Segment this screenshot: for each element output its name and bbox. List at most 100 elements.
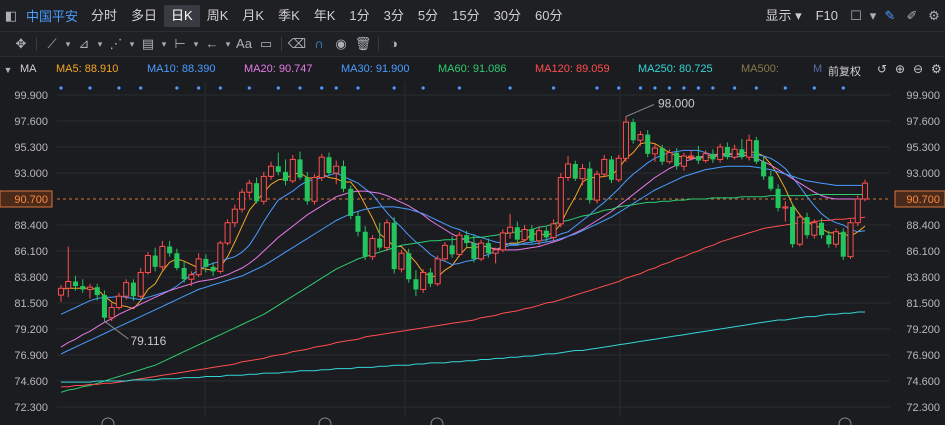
chevron-down-icon[interactable]: ▼ (0, 60, 16, 80)
period-tab[interactable]: 3分 (377, 5, 411, 27)
event-dot (638, 86, 643, 90)
zoom-in-icon[interactable]: ⊕ (895, 62, 905, 76)
zoom-out-icon[interactable]: ⊖ (913, 62, 923, 76)
candle-body (456, 234, 463, 255)
y-tick-label-left: 99.900 (14, 90, 48, 102)
y-axis-left: 99.900 97.600 95.300 93.000 90.700 88.400 86.1… (0, 90, 53, 414)
y-tick-label-left: 72.300 (14, 402, 48, 414)
comment-icon[interactable]: ▭ (255, 34, 277, 54)
period-tab[interactable]: 月K (235, 5, 271, 27)
candle-body (239, 191, 246, 210)
candle-body (521, 229, 528, 241)
settings-icon[interactable]: ⚙ (931, 62, 942, 76)
period-tab[interactable]: 15分 (445, 5, 486, 27)
candle-body (753, 140, 759, 162)
trash-icon[interactable]: 🗑 (352, 34, 374, 54)
candle-body (587, 168, 593, 201)
chevron-down-icon[interactable]: ▾ (127, 34, 137, 54)
period-tab[interactable]: 5分 (411, 5, 445, 27)
candle-body (318, 156, 325, 179)
period-tab[interactable]: 季K (271, 5, 307, 27)
y-tick-label-right: 74.600 (906, 376, 940, 388)
event-dot (197, 86, 201, 90)
candlestick-chart[interactable]: 99.900 97.600 95.300 93.000 90.700 88.400 86.1… (0, 82, 945, 425)
candle-body (666, 152, 673, 163)
ray-tool-icon[interactable]: ⊿ (73, 34, 95, 54)
candle-body (217, 242, 224, 272)
ma-label[interactable]: MA (20, 63, 37, 75)
y-tick-label-right: 93.000 (906, 168, 940, 180)
period-tab[interactable]: 30分 (487, 5, 528, 27)
stock-name[interactable]: 中国平安 (22, 6, 84, 25)
period-tab[interactable]: 日K (164, 4, 200, 27)
event-marker-icon (430, 417, 444, 425)
eraser-icon[interactable]: ⌫ (286, 34, 308, 54)
period-tab[interactable]: 年K (307, 5, 343, 27)
line-tool-icon[interactable]: ⟋ (41, 34, 63, 54)
arrow-left-icon[interactable]: ← (201, 34, 223, 54)
measure-tool-icon[interactable]: ⊢ (169, 34, 191, 54)
candle-body (181, 267, 187, 280)
candle-body (847, 222, 854, 258)
candle-body (499, 232, 506, 251)
sidebar-toggle-icon[interactable]: ◧ (0, 6, 22, 26)
chevron-down-icon[interactable]: ▾ (191, 34, 201, 54)
draw-pen-icon[interactable]: ✎ (879, 6, 901, 26)
candle-body (224, 222, 231, 244)
chevron-down-icon[interactable]: ▾ (95, 34, 105, 54)
refresh-icon[interactable]: ↺ (877, 62, 887, 76)
candle-body (746, 139, 753, 158)
ma-value: MA500: (741, 63, 779, 75)
candle-body (485, 243, 491, 254)
toggle-icon[interactable]: ◑ (383, 34, 405, 54)
candle-body (152, 255, 158, 267)
candle-body (739, 149, 745, 158)
candle-body (369, 238, 376, 258)
text-tool-icon[interactable]: Aa (233, 34, 255, 54)
candle-body (391, 222, 397, 270)
candle-body (174, 253, 180, 268)
display-menu-button[interactable]: 显示 ▾ (758, 5, 808, 27)
ma-scroll-right-icon[interactable]: M (813, 63, 822, 75)
candle-body (651, 147, 658, 155)
period-tab[interactable]: 1分 (342, 5, 376, 27)
period-tab[interactable]: 周K (200, 5, 236, 27)
wave-tool-icon[interactable]: ⋰ (105, 34, 127, 54)
event-dot (617, 86, 621, 90)
y-tick-label-right: 76.900 (906, 350, 940, 362)
event-dot (320, 86, 324, 90)
candle-body (413, 279, 419, 290)
eye-icon[interactable]: ◉ (330, 34, 352, 54)
f10-button[interactable]: F10 (809, 5, 845, 27)
candle-body (260, 175, 267, 202)
chevron-down-icon[interactable]: ▾ (63, 34, 73, 54)
candle-body (471, 243, 477, 259)
adjust-label[interactable]: 前复权 (828, 63, 861, 79)
period-tab[interactable]: 分时 (84, 5, 124, 27)
candle-body (188, 274, 195, 280)
fibonacci-tool-icon[interactable]: ▤ (137, 34, 159, 54)
candle-body (840, 231, 846, 257)
edit-icon[interactable]: ✐ (901, 6, 923, 26)
candle-body (507, 226, 514, 234)
candle-body (355, 215, 361, 232)
chevron-down-icon[interactable]: ▾ (159, 34, 169, 54)
magnet-icon[interactable]: ∩ (308, 34, 330, 54)
event-dot (667, 86, 672, 90)
candle-body (348, 188, 354, 216)
period-tab[interactable]: 60分 (528, 5, 569, 27)
ma-value: MA120: 89.059 (535, 63, 610, 75)
gear-icon[interactable]: ⚙ (923, 6, 945, 26)
candle-body (593, 173, 601, 201)
candle-body (464, 235, 470, 244)
chevron-down-icon[interactable]: ▾ (867, 6, 879, 26)
move-icon[interactable]: ✥ (10, 34, 32, 54)
square-icon[interactable]: ☐ (845, 6, 867, 26)
event-dot (392, 86, 396, 90)
event-dot (117, 86, 121, 90)
chevron-down-icon[interactable]: ▾ (223, 34, 233, 54)
event-dot (457, 86, 461, 90)
period-tab[interactable]: 多日 (124, 5, 164, 27)
event-dot (334, 86, 338, 90)
y-tick-label-left: 90.700 (14, 194, 48, 206)
